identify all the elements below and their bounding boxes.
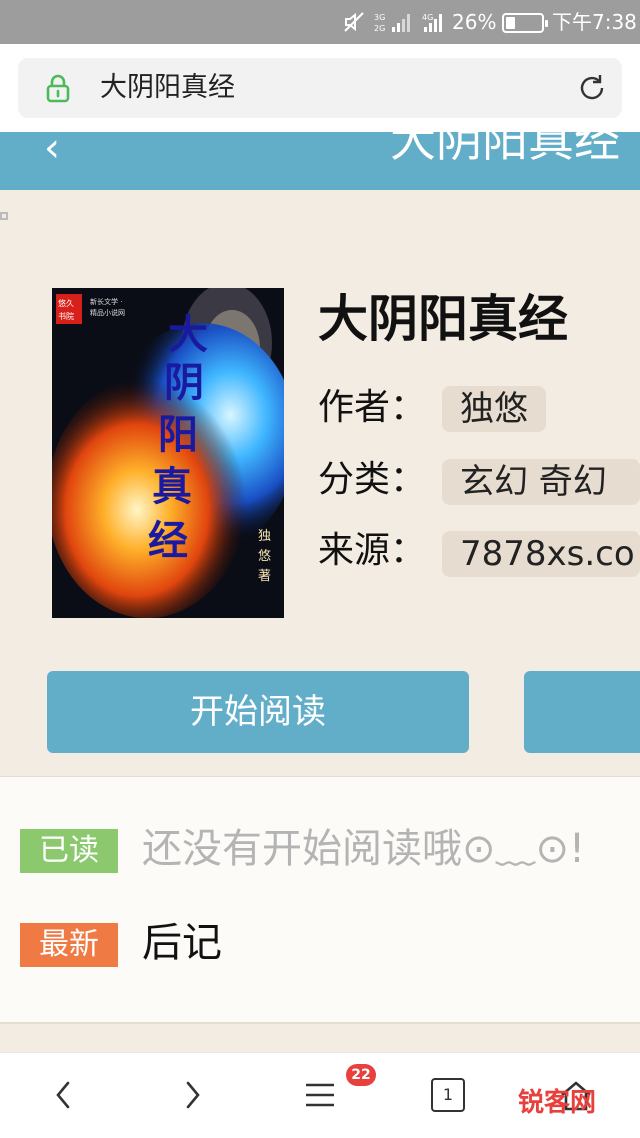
site-back-button[interactable]: ‹ xyxy=(44,132,60,168)
svg-text:真: 真 xyxy=(152,463,192,510)
svg-text:3G: 3G xyxy=(374,13,385,22)
read-progress-text[interactable]: 还没有开始阅读哦⊙﹏⊙! xyxy=(142,823,585,875)
svg-text:著: 著 xyxy=(258,569,271,584)
forward-arrow-icon[interactable] xyxy=(172,1075,212,1115)
latest-tag: 最新 xyxy=(20,923,118,967)
clock: 下午7:38 xyxy=(552,10,637,34)
start-reading-button[interactable]: 开始阅读 xyxy=(47,671,469,753)
watermark-text: 锐客网 xyxy=(518,1088,597,1118)
svg-text:经: 经 xyxy=(148,517,188,564)
svg-text:独: 独 xyxy=(258,529,271,544)
category-label: 分类： xyxy=(318,459,427,500)
source-label: 来源： xyxy=(318,530,427,571)
signal-4g-icon: 4G xyxy=(422,13,442,32)
reload-icon[interactable] xyxy=(576,72,608,104)
address-title: 大阴阳真经 xyxy=(100,72,235,103)
svg-text:阳: 阳 xyxy=(158,411,198,458)
book-title: 大阴阳真经 xyxy=(318,290,568,348)
lock-icon xyxy=(46,74,70,103)
author-value[interactable]: 独悠 xyxy=(442,386,546,432)
reading-status-panel: 已读 还没有开始阅读哦⊙﹏⊙! 最新 后记 xyxy=(0,776,640,1024)
svg-text:精品小说网: 精品小说网 xyxy=(90,308,125,317)
read-tag: 已读 xyxy=(20,829,118,873)
svg-text:大: 大 xyxy=(168,311,208,358)
corner-marker xyxy=(0,212,8,220)
book-cover[interactable]: 悠久 书院 新长文学 · 精品小说网 大 阴 阳 真 经 独 悠 著 xyxy=(52,288,284,618)
watermark-logo: 锐客网 xyxy=(508,1080,638,1124)
menu-badge: 22 xyxy=(346,1064,376,1086)
battery-fill xyxy=(506,17,515,29)
secondary-action-button[interactable] xyxy=(524,671,640,753)
status-bar: 3G 2G 4G 26% 下午7:38 xyxy=(0,0,640,44)
svg-text:悠久: 悠久 xyxy=(58,298,74,308)
svg-text:新长文学 ·: 新长文学 · xyxy=(90,297,122,306)
svg-text:4G: 4G xyxy=(422,13,433,22)
menu-icon[interactable] xyxy=(300,1075,340,1115)
book-cover-image: 悠久 书院 新长文学 · 精品小说网 大 阴 阳 真 经 独 悠 著 xyxy=(52,288,284,618)
source-value[interactable]: 7878xs.co xyxy=(442,531,640,577)
site-header: ‹ 大阴阳真经 xyxy=(0,132,640,190)
author-label: 作者： xyxy=(318,387,427,428)
battery-percent: 26% xyxy=(452,10,497,34)
back-arrow-icon[interactable] xyxy=(44,1075,84,1115)
svg-text:2G: 2G xyxy=(374,24,385,33)
signal-3g-icon: 3G 2G xyxy=(374,13,410,33)
battery-icon xyxy=(502,13,548,33)
address-bar[interactable]: 大阴阳真经 xyxy=(18,58,622,118)
tabs-button[interactable]: 1 xyxy=(431,1078,465,1112)
svg-text:书院: 书院 xyxy=(58,311,74,321)
site-header-title: 大阴阳真经 xyxy=(390,132,620,167)
category-value[interactable]: 玄幻 奇幻 xyxy=(442,459,640,505)
latest-chapter-link[interactable]: 后记 xyxy=(142,917,222,969)
svg-text:阴: 阴 xyxy=(164,359,204,406)
svg-text:悠: 悠 xyxy=(258,549,271,564)
mute-icon xyxy=(344,12,364,32)
browser-toolbar: 大阴阳真经 xyxy=(0,44,640,132)
